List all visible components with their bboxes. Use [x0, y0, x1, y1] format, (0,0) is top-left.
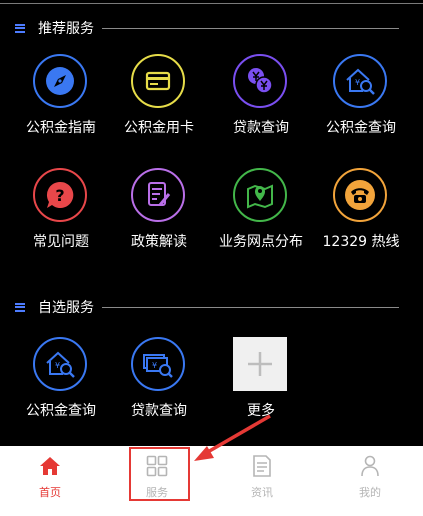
annotation-arrow [194, 414, 271, 461]
